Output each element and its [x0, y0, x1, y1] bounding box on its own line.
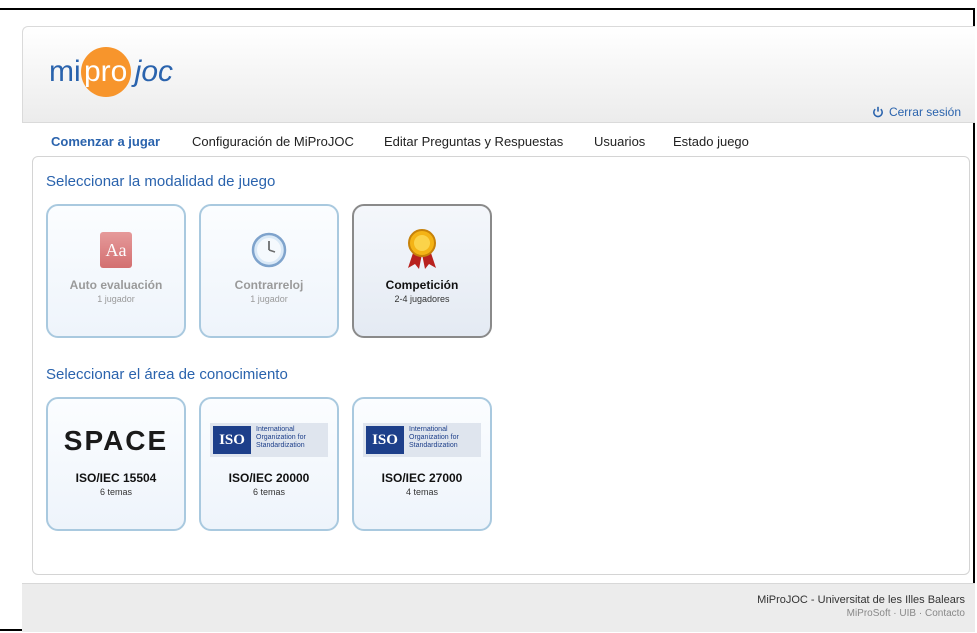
- footer-links[interactable]: MiProSoft · UIB · Contacto: [847, 608, 965, 619]
- mode-card-title: Auto evaluación: [69, 278, 163, 292]
- iso-logo-box: ISO: [213, 426, 251, 454]
- nav-item-editar[interactable]: Editar Preguntas y Respuestas: [384, 134, 563, 149]
- logo: mi pro joc: [49, 47, 173, 97]
- area-card-subtitle: 4 temas: [405, 487, 438, 497]
- area-card-title: ISO/IEC 20000: [228, 471, 310, 485]
- nav-item-configuracion[interactable]: Configuración de MiProJOC: [192, 134, 354, 149]
- area-card-iso-15504[interactable]: SPACE ISO/IEC 15504 6 temas: [46, 397, 186, 531]
- medal-icon: [408, 229, 436, 269]
- iso-logo: ISO International Organization for Stand…: [363, 423, 481, 457]
- space-logo: SPACE: [63, 425, 169, 456]
- area-section-title: Seleccionar el área de conocimiento: [46, 366, 288, 383]
- mode-card-subtitle: 1 jugador: [250, 294, 288, 304]
- logo-joc: joc: [134, 55, 174, 88]
- footer: MiProJOC - Universitat de les Illes Bale…: [22, 583, 975, 632]
- area-card-title: ISO/IEC 15504: [75, 471, 157, 485]
- mode-section-title: Seleccionar la modalidad de juego: [46, 173, 276, 190]
- iso-logo-text: International Organization for Standardi…: [409, 426, 459, 449]
- mode-card-contrarreloj[interactable]: Contrarreloj 1 jugador: [199, 204, 339, 338]
- nav-item-usuarios[interactable]: Usuarios: [594, 134, 645, 149]
- area-card-subtitle: 6 temas: [99, 487, 132, 497]
- header: mi pro joc Cerrar sesión: [22, 26, 975, 123]
- logout-link[interactable]: Cerrar sesión: [872, 105, 961, 119]
- power-icon: [872, 106, 883, 118]
- content-panel: Seleccionar la modalidad de juego Aa Aut…: [32, 156, 970, 575]
- logo-pro: pro: [80, 47, 131, 97]
- area-card-title: ISO/IEC 27000: [381, 471, 463, 485]
- area-card-iso-20000[interactable]: ISO International Organization for Stand…: [199, 397, 339, 531]
- iso-logo: ISO International Organization for Stand…: [210, 423, 328, 457]
- mode-card-title: Competición: [385, 278, 459, 292]
- main-nav: Comenzar a jugar Configuración de MiProJ…: [22, 124, 975, 154]
- area-card-subtitle: 6 temas: [252, 487, 285, 497]
- mode-card-subtitle: 1 jugador: [97, 294, 135, 304]
- area-card-iso-27000[interactable]: ISO International Organization for Stand…: [352, 397, 492, 531]
- logout-label: Cerrar sesión: [888, 105, 961, 119]
- nav-item-comenzar[interactable]: Comenzar a jugar: [51, 134, 160, 149]
- iso-logo-text: International Organization for Standardi…: [256, 426, 306, 449]
- app-page: mi pro joc Cerrar sesión Comenzar a jugar …: [22, 26, 975, 632]
- mode-card-title: Contrarreloj: [234, 278, 304, 292]
- mode-card-auto-evaluacion[interactable]: Aa Auto evaluación 1 jugador: [46, 204, 186, 338]
- footer-line1: MiProJOC - Universitat de les Illes Bale…: [757, 594, 965, 606]
- nav-item-estado[interactable]: Estado juego: [673, 134, 749, 149]
- logo-mi: mi: [49, 55, 81, 88]
- iso-logo-box: ISO: [366, 426, 404, 454]
- clock-icon: [251, 232, 287, 268]
- dictionary-icon: Aa: [100, 232, 132, 268]
- mode-card-subtitle: 2-4 jugadores: [394, 294, 450, 304]
- mode-card-competicion[interactable]: Competición 2-4 jugadores: [352, 204, 492, 338]
